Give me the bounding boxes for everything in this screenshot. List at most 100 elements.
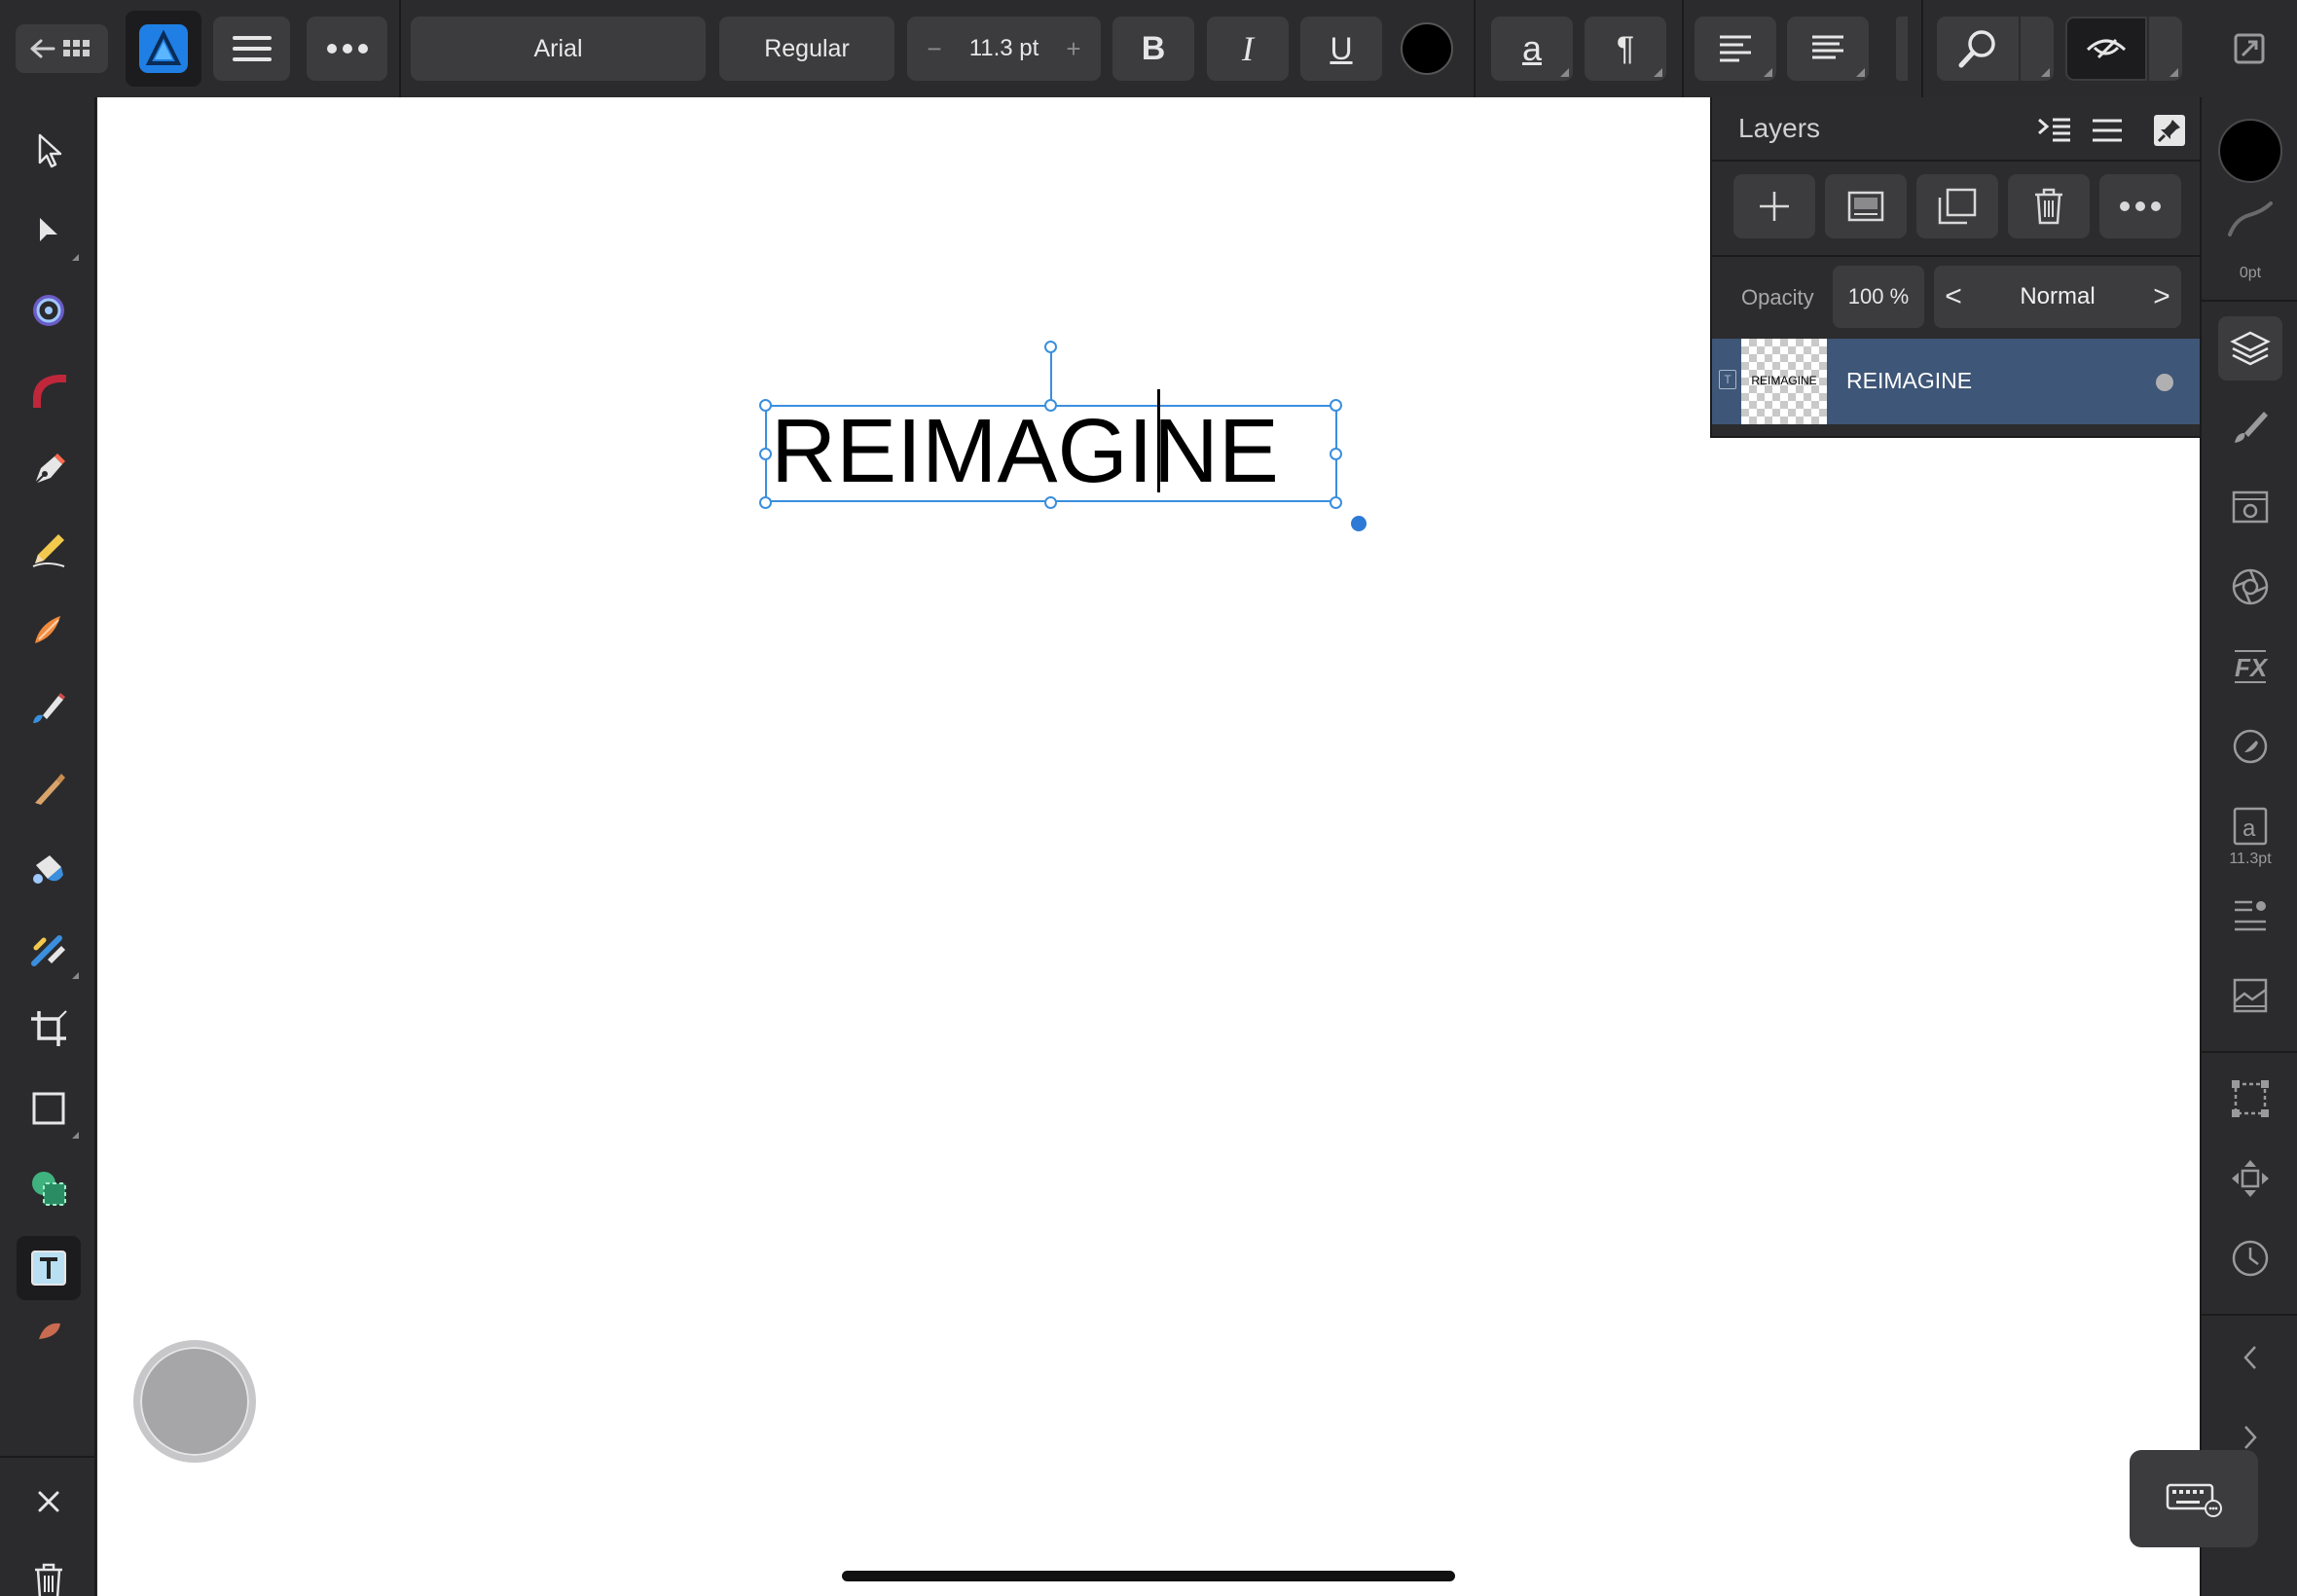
rotation-handle[interactable] — [1044, 341, 1057, 353]
text-size-handle[interactable] — [1351, 516, 1367, 531]
persona-button[interactable] — [126, 11, 201, 87]
view-mode-options-button[interactable] — [2149, 17, 2182, 81]
bold-button[interactable]: B — [1112, 17, 1194, 81]
font-size-decrease-button[interactable]: − — [915, 34, 954, 64]
adjustments-studio-button[interactable] — [2218, 555, 2282, 619]
zoom-options-button[interactable] — [2021, 17, 2054, 81]
plus-icon — [1760, 192, 1789, 221]
fullscreen-button[interactable] — [2229, 28, 2270, 69]
character-size-value: 11.3pt — [2229, 851, 2272, 867]
underline-label: U — [1330, 30, 1353, 66]
mask-layer-icon — [1847, 191, 1884, 222]
close-button[interactable] — [17, 1469, 81, 1534]
add-mask-button[interactable] — [1825, 174, 1907, 238]
text-selection-box[interactable]: REIMAGINE — [765, 400, 1337, 502]
stock-studio-button[interactable] — [2218, 963, 2282, 1028]
resize-handle-top-left[interactable] — [759, 399, 772, 412]
font-family-select[interactable]: Arial — [411, 17, 706, 81]
resize-handle-right[interactable] — [1330, 448, 1342, 460]
duplicate-layer-button[interactable] — [1916, 174, 1998, 238]
node-tool[interactable] — [17, 199, 81, 263]
vector-brush-tool[interactable] — [17, 598, 81, 662]
opacity-field[interactable]: 100 % — [1833, 266, 1924, 328]
resize-handle-bottom-right[interactable] — [1330, 496, 1342, 509]
layer-more-button[interactable] — [2099, 174, 2181, 238]
transform-icon — [2232, 1080, 2269, 1117]
font-style-select[interactable]: Regular — [719, 17, 894, 81]
view-mode-button[interactable] — [2065, 17, 2147, 81]
toolbar-overflow-edge[interactable] — [1896, 17, 1908, 81]
collapse-left-icon — [2243, 1346, 2256, 1369]
delete-layer-button[interactable] — [2008, 174, 2090, 238]
documents-button[interactable] — [16, 24, 108, 73]
italic-button[interactable]: I — [1207, 17, 1289, 81]
resize-handle-top-right[interactable] — [1330, 399, 1342, 412]
pencil-tool[interactable] — [17, 518, 81, 582]
align-left-button[interactable] — [1695, 17, 1776, 81]
layer-name[interactable]: REIMAGINE — [1846, 368, 1972, 394]
blend-mode-value[interactable]: Normal — [1973, 266, 2142, 328]
fill-tool[interactable] — [17, 677, 81, 742]
text-color-swatch[interactable] — [1401, 22, 1453, 75]
underline-button[interactable]: U — [1300, 17, 1382, 81]
vertical-align-button[interactable] — [1787, 17, 1869, 81]
brushes-studio-button[interactable] — [2218, 395, 2282, 459]
transform-studio-button[interactable] — [2218, 1067, 2282, 1131]
artistic-text-tool[interactable] — [17, 1236, 81, 1300]
transparency-tool[interactable] — [17, 757, 81, 821]
blend-mode-previous-button[interactable]: < — [1934, 266, 1973, 328]
color-studio-button[interactable] — [2218, 714, 2282, 779]
shape-builder-tool[interactable] — [17, 1156, 81, 1220]
pixel-persona-icon — [39, 1323, 60, 1339]
corner-tool[interactable] — [17, 358, 81, 422]
command-controller[interactable] — [133, 1340, 256, 1463]
back-to-documents-icon — [30, 39, 90, 58]
add-layer-button[interactable] — [1733, 174, 1815, 238]
layer-options-button[interactable] — [2033, 111, 2076, 150]
layer-visibility-toggle[interactable] — [2156, 374, 2173, 391]
move-tool[interactable] — [17, 118, 81, 182]
paragraph-panel-button[interactable]: ¶ — [1585, 17, 1666, 81]
paragraph-studio-button[interactable] — [2218, 884, 2282, 948]
layers-studio-button[interactable] — [2218, 316, 2282, 381]
rectangle-tool[interactable] — [17, 1076, 81, 1141]
character-studio-button[interactable]: a — [2218, 794, 2282, 858]
zoom-button[interactable] — [1937, 17, 2019, 81]
place-image-tool-icon — [31, 935, 65, 966]
pin-panel-button[interactable] — [2148, 111, 2191, 150]
font-size-value[interactable]: 11.3 pt — [969, 35, 1039, 62]
more-icon — [2120, 201, 2161, 211]
vector-crop-tool-icon — [31, 1010, 67, 1046]
paragraph-label: ¶ — [1616, 29, 1635, 67]
appearance-studio-button[interactable] — [2218, 475, 2282, 539]
keyboard-button[interactable] — [2130, 1450, 2258, 1547]
vector-crop-tool[interactable] — [17, 997, 81, 1061]
resize-handle-bottom[interactable] — [1044, 496, 1057, 509]
place-image-tool[interactable] — [17, 917, 81, 981]
font-size-increase-button[interactable]: + — [1054, 34, 1093, 64]
stroke-panel-button[interactable] — [2218, 195, 2282, 243]
collapse-left-button[interactable] — [2218, 1325, 2282, 1390]
layer-row[interactable]: T REIMAGINE REIMAGINE — [1712, 339, 2202, 424]
more-button[interactable] — [307, 17, 387, 81]
toolbar-divider — [399, 0, 401, 97]
blend-mode-next-button[interactable]: > — [2142, 266, 2181, 328]
italic-label: I — [1242, 29, 1254, 68]
character-panel-button[interactable]: a — [1491, 17, 1573, 81]
move-tool-icon — [38, 133, 62, 168]
navigator-studio-button[interactable] — [2218, 1146, 2282, 1211]
color-swatch[interactable] — [2218, 119, 2282, 183]
artistic-text[interactable]: REIMAGINE — [771, 399, 1279, 503]
history-studio-button[interactable] — [2218, 1226, 2282, 1290]
effects-studio-button[interactable]: FX — [2218, 635, 2282, 699]
resize-handle-top[interactable] — [1044, 399, 1057, 412]
resize-handle-left[interactable] — [759, 448, 772, 460]
gradient-tool[interactable] — [17, 837, 81, 901]
resize-handle-bottom-left[interactable] — [759, 496, 772, 509]
menu-button[interactable] — [213, 17, 290, 81]
pixel-persona-tool[interactable] — [17, 1312, 81, 1351]
delete-button[interactable] — [17, 1549, 81, 1596]
point-transform-tool[interactable] — [17, 278, 81, 343]
panel-menu-button[interactable] — [2086, 111, 2129, 150]
pen-tool[interactable] — [17, 438, 81, 502]
